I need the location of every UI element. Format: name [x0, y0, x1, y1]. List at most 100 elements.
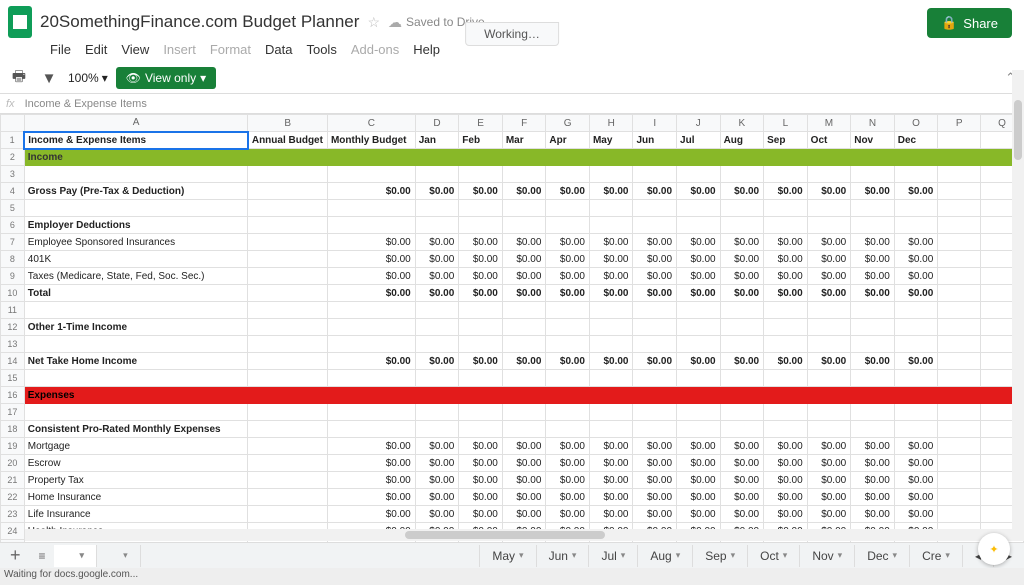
cell[interactable]: $0.00 [807, 506, 851, 523]
cell[interactable] [459, 336, 503, 353]
cell[interactable] [502, 404, 546, 421]
cell[interactable] [764, 149, 808, 166]
cell[interactable]: Other 1-Time Income [24, 319, 248, 336]
zoom-dropdown[interactable]: 100% ▾ [68, 71, 108, 85]
cell[interactable] [677, 200, 721, 217]
cell[interactable]: $0.00 [807, 234, 851, 251]
cell[interactable]: $0.00 [459, 353, 503, 370]
cell[interactable] [589, 370, 633, 387]
cell[interactable] [764, 404, 808, 421]
col-header[interactable]: N [851, 115, 895, 132]
cell[interactable]: $0.00 [677, 489, 721, 506]
cell[interactable]: $0.00 [807, 353, 851, 370]
cell[interactable]: $0.00 [633, 285, 677, 302]
row-header[interactable]: 19 [1, 438, 25, 455]
cell[interactable] [589, 421, 633, 438]
cell[interactable]: $0.00 [720, 438, 764, 455]
cell[interactable]: Jun [633, 132, 677, 149]
cell[interactable]: $0.00 [677, 506, 721, 523]
cell[interactable] [502, 336, 546, 353]
cell[interactable]: $0.00 [720, 251, 764, 268]
menu-view[interactable]: View [121, 42, 149, 57]
cell[interactable]: $0.00 [459, 183, 503, 200]
cell[interactable] [764, 302, 808, 319]
cell[interactable]: $0.00 [459, 285, 503, 302]
cell[interactable]: $0.00 [327, 234, 415, 251]
row-header[interactable]: 7 [1, 234, 25, 251]
cell[interactable]: $0.00 [415, 489, 459, 506]
cell[interactable]: $0.00 [764, 183, 808, 200]
cell[interactable]: Dec [894, 132, 938, 149]
cell[interactable] [938, 217, 981, 234]
cell[interactable]: $0.00 [851, 183, 895, 200]
cell[interactable]: Taxes (Medicare, State, Fed, Soc. Sec.) [24, 268, 248, 285]
cell[interactable]: $0.00 [807, 472, 851, 489]
cell[interactable] [938, 234, 981, 251]
spreadsheet-grid[interactable]: A B C D E F G H I J K L M N O P Q 1Incom… [0, 114, 1024, 574]
cell[interactable] [938, 438, 981, 455]
cell[interactable] [415, 319, 459, 336]
cell[interactable] [633, 149, 677, 166]
cell[interactable] [851, 149, 895, 166]
cell[interactable] [248, 319, 328, 336]
cell[interactable] [720, 319, 764, 336]
cell[interactable] [807, 421, 851, 438]
share-button[interactable]: 🔒 Share [927, 8, 1012, 38]
cell[interactable] [894, 370, 938, 387]
cell[interactable] [938, 387, 981, 404]
cell[interactable] [764, 319, 808, 336]
cell[interactable] [894, 319, 938, 336]
cell[interactable] [327, 421, 415, 438]
row-header[interactable]: 1 [1, 132, 25, 149]
cell[interactable]: $0.00 [502, 353, 546, 370]
cell[interactable] [546, 200, 590, 217]
cell[interactable]: $0.00 [327, 472, 415, 489]
col-header[interactable]: I [633, 115, 677, 132]
row-header[interactable]: 11 [1, 302, 25, 319]
cell[interactable] [851, 421, 895, 438]
cell[interactable] [459, 387, 503, 404]
cell[interactable]: Consistent Pro-Rated Monthly Expenses [24, 421, 248, 438]
cell[interactable]: May [589, 132, 633, 149]
cell[interactable]: $0.00 [764, 489, 808, 506]
cell[interactable] [633, 421, 677, 438]
cell[interactable] [327, 200, 415, 217]
cell[interactable]: $0.00 [807, 251, 851, 268]
cell[interactable]: $0.00 [546, 455, 590, 472]
formula-bar[interactable]: Income & Expense Items [25, 98, 147, 110]
cell[interactable] [807, 217, 851, 234]
cell[interactable]: $0.00 [589, 353, 633, 370]
sheet-tab[interactable]: Sep ▾ [692, 545, 747, 567]
row-header[interactable]: 20 [1, 455, 25, 472]
cell[interactable] [807, 387, 851, 404]
cell[interactable] [894, 404, 938, 421]
cell[interactable]: $0.00 [546, 438, 590, 455]
cell[interactable]: $0.00 [415, 506, 459, 523]
cell[interactable]: $0.00 [720, 472, 764, 489]
cell[interactable]: Escrow [24, 455, 248, 472]
cell[interactable] [720, 200, 764, 217]
cell[interactable] [459, 166, 503, 183]
cell[interactable] [589, 200, 633, 217]
cell[interactable]: $0.00 [546, 234, 590, 251]
sheet-tab[interactable]: Nov ▾ [799, 545, 854, 567]
cell[interactable] [589, 319, 633, 336]
cell[interactable] [415, 149, 459, 166]
menu-help[interactable]: Help [413, 42, 440, 57]
cell[interactable] [938, 268, 981, 285]
sheet-tab-active[interactable]: ▾ [54, 545, 98, 567]
cell[interactable]: $0.00 [894, 472, 938, 489]
cell[interactable] [415, 200, 459, 217]
cell[interactable] [502, 302, 546, 319]
cell[interactable] [248, 489, 328, 506]
cell[interactable]: $0.00 [415, 234, 459, 251]
cell[interactable]: $0.00 [415, 251, 459, 268]
cell[interactable]: $0.00 [677, 268, 721, 285]
cell[interactable]: $0.00 [894, 438, 938, 455]
cell[interactable] [459, 404, 503, 421]
cell[interactable] [894, 166, 938, 183]
cell[interactable] [248, 200, 328, 217]
col-header[interactable]: D [415, 115, 459, 132]
cell[interactable]: $0.00 [807, 268, 851, 285]
cell[interactable]: $0.00 [851, 285, 895, 302]
